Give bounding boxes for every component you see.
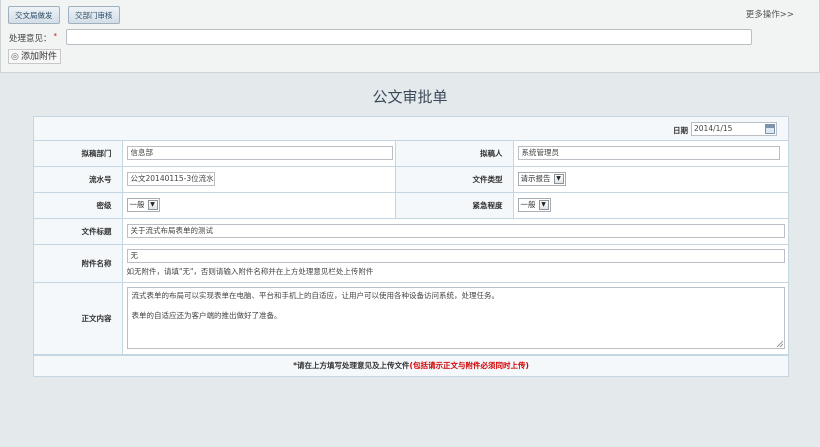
add-attachment-label: 添加附件 bbox=[21, 52, 58, 62]
footer-note-text: *请在上方填写处理意见及上传文件 bbox=[293, 360, 410, 370]
urgency-value: 一般 bbox=[520, 200, 536, 209]
drafter-label: 拟稿人 bbox=[394, 141, 514, 167]
serial-label: 流水号 bbox=[34, 165, 123, 193]
dropdown-arrow-icon: ▼ bbox=[553, 174, 564, 184]
doctype-label: 文件类型 bbox=[394, 165, 514, 193]
page-title: 公文审批单 bbox=[372, 88, 448, 106]
urgency-label: 紧急程度 bbox=[394, 191, 514, 219]
table-row: 正文内容 流式表单的布局可以实现表单在电脑、平台和手机上的自适应，让用户可以使用… bbox=[34, 281, 788, 355]
dropdown-arrow-icon: ▼ bbox=[147, 200, 158, 210]
drafter-input[interactable]: 系统管理员 bbox=[517, 146, 780, 161]
approval-form: 日期 2014/1/15 拟稿部门 信息部 拟稿人 系统管理员 流水号 公文20… bbox=[33, 116, 789, 377]
body-paragraph: 表单的自适应还为客户端的推出做好了准备。 bbox=[131, 311, 282, 320]
secret-value: 一般 bbox=[129, 200, 145, 209]
subject-input[interactable]: 关于流式布局表单的测试 bbox=[126, 224, 785, 238]
opinion-label: 处理意见： * bbox=[9, 32, 57, 44]
dropdown-arrow-icon: ▼ bbox=[538, 200, 549, 210]
action-panel: 交文局做发 交部门审核 更多操作>> 处理意见： * ◎ 添加附件 bbox=[0, 0, 820, 73]
date-value: 2014/1/15 bbox=[694, 124, 733, 133]
footer-note: *请在上方填写处理意见及上传文件(包括请示正文与附件必须同时上传) bbox=[34, 354, 788, 376]
table-row: 密级 一般 ▼ 紧急程度 一般 ▼ bbox=[34, 191, 788, 219]
body-textarea[interactable]: 流式表单的布局可以实现表单在电脑、平台和手机上的自适应，让用户可以使用各种设备访… bbox=[126, 287, 785, 349]
date-row: 日期 2014/1/15 bbox=[34, 117, 788, 141]
doctype-select[interactable]: 请示报告 ▼ bbox=[517, 172, 566, 186]
urgency-select[interactable]: 一般 ▼ bbox=[517, 198, 551, 212]
doctype-value: 请示报告 bbox=[520, 174, 551, 183]
secret-select[interactable]: 一般 ▼ bbox=[126, 198, 160, 212]
opinion-label-text: 处理意见： bbox=[9, 34, 52, 44]
attachment-name-input[interactable]: 无 bbox=[126, 249, 785, 263]
footer-note-warning: (包括请示正文与附件必须同时上传) bbox=[409, 360, 529, 370]
paperclip-icon: ◎ bbox=[11, 52, 19, 62]
add-attachment-button[interactable]: ◎ 添加附件 bbox=[8, 49, 62, 64]
resize-grip-icon[interactable] bbox=[776, 341, 783, 347]
attachment-name-label: 附件名称 bbox=[34, 243, 123, 283]
date-label: 日期 bbox=[673, 126, 688, 135]
more-actions-link[interactable]: 更多操作>> bbox=[746, 8, 794, 20]
issue-button[interactable]: 交文局做发 bbox=[8, 6, 60, 24]
table-row: 流水号 公文20140115-3位流水 文件类型 请示报告 ▼ bbox=[34, 165, 788, 193]
calendar-icon[interactable] bbox=[765, 124, 775, 134]
subject-label: 文件标题 bbox=[34, 217, 123, 245]
opinion-input[interactable] bbox=[66, 29, 752, 45]
dept-input[interactable]: 信息部 bbox=[126, 146, 393, 161]
department-review-button[interactable]: 交部门审核 bbox=[68, 6, 120, 24]
table-row: 附件名称 无 如无附件，请填"无"，否则请输入附件名称并在上方处理意见栏处上传附… bbox=[34, 243, 788, 283]
body-label: 正文内容 bbox=[34, 281, 123, 355]
form-table: 拟稿部门 信息部 拟稿人 系统管理员 流水号 公文20140115-3位流水 文… bbox=[34, 141, 788, 355]
date-field[interactable]: 2014/1/15 bbox=[691, 122, 777, 136]
table-row: 拟稿部门 信息部 拟稿人 系统管理员 bbox=[34, 141, 788, 167]
serial-input[interactable]: 公文20140115-3位流水 bbox=[126, 172, 215, 186]
dept-label: 拟稿部门 bbox=[34, 141, 123, 167]
attachment-hint: 如无附件，请填"无"，否则请输入附件名称并在上方处理意见栏处上传附件 bbox=[126, 267, 374, 276]
table-row: 文件标题 关于流式布局表单的测试 bbox=[34, 217, 788, 245]
body-paragraph: 流式表单的布局可以实现表单在电脑、平台和手机上的自适应，让用户可以使用各种设备访… bbox=[131, 291, 500, 300]
required-mark: * bbox=[53, 32, 58, 40]
secret-label: 密级 bbox=[34, 191, 123, 219]
